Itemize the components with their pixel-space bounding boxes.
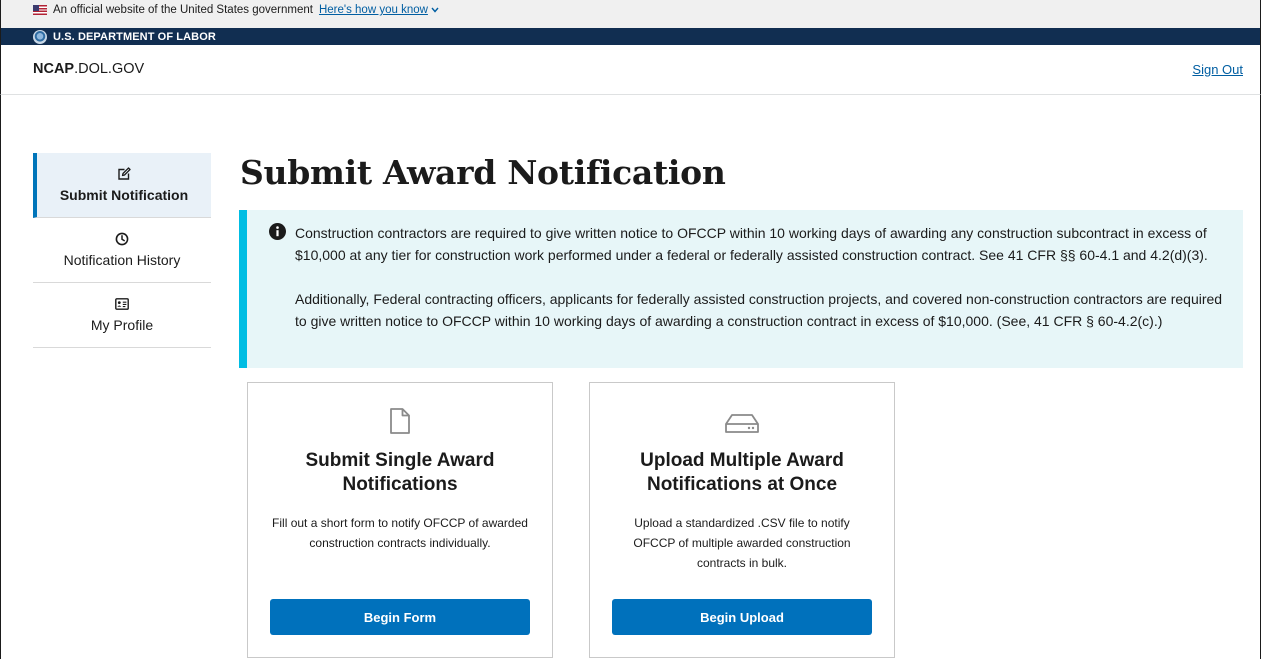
sidebar-item-my-profile[interactable]: My Profile: [33, 283, 211, 348]
how-you-know-label[interactable]: Here's how you know: [319, 4, 428, 16]
alert-paragraph-2: Additionally, Federal contracting office…: [295, 291, 1223, 329]
info-alert: Construction contractors are required to…: [239, 210, 1243, 368]
page-title: Submit Award Notification: [240, 153, 726, 192]
begin-upload-button[interactable]: Begin Upload: [612, 599, 872, 635]
card-description: Fill out a short form to notify OFCCP of…: [272, 516, 528, 550]
card-single-award: Submit Single Award Notifications Fill o…: [247, 382, 553, 658]
agency-name: U.S. DEPARTMENT OF LABOR: [53, 30, 216, 43]
id-card-icon: [115, 297, 129, 311]
sidebar-item-notification-history[interactable]: Notification History: [33, 218, 211, 283]
hard-drive-icon: [590, 407, 894, 437]
how-you-know-link[interactable]: Here's how you know: [319, 4, 439, 16]
alert-body: Construction contractors are required to…: [295, 222, 1235, 332]
info-icon: [269, 223, 286, 240]
file-icon: [248, 407, 552, 437]
side-navigation: Submit Notification Notification History…: [33, 153, 211, 348]
official-banner-row: An official website of the United States…: [33, 3, 439, 17]
chevron-down-icon[interactable]: [431, 7, 439, 13]
card-title: Submit Single Award Notifications: [305, 450, 495, 495]
sign-out-link[interactable]: Sign Out: [1192, 62, 1243, 77]
alert-paragraph-1: Construction contractors are required to…: [295, 225, 1208, 263]
card-multiple-award: Upload Multiple Award Notifications at O…: [589, 382, 895, 658]
site-title[interactable]: NCAP.DOL.GOV: [33, 61, 144, 77]
sidebar-item-label: Notification History: [63, 252, 181, 268]
sidebar-item-submit-notification[interactable]: Submit Notification: [33, 153, 211, 218]
us-flag-icon: [33, 5, 47, 15]
official-website-text: An official website of the United States…: [53, 4, 313, 16]
site-title-bold[interactable]: NCAP: [33, 61, 74, 77]
begin-form-button[interactable]: Begin Form: [270, 599, 530, 635]
agency-bar: U.S. DEPARTMENT OF LABOR: [0, 28, 1261, 45]
site-header: NCAP.DOL.GOV Sign Out: [0, 45, 1261, 95]
card-description: Upload a standardized .CSV file to notif…: [633, 516, 851, 570]
clock-icon: [115, 232, 129, 246]
official-gov-banner: An official website of the United States…: [0, 0, 1261, 28]
sidebar-item-label: My Profile: [90, 317, 154, 333]
site-title-domain[interactable]: .DOL.GOV: [74, 61, 144, 77]
card-title: Upload Multiple Award Notifications at O…: [640, 450, 844, 495]
dol-seal-icon: [33, 29, 47, 44]
sidebar-item-label: Submit Notification: [59, 187, 189, 203]
edit-icon: [117, 167, 131, 181]
